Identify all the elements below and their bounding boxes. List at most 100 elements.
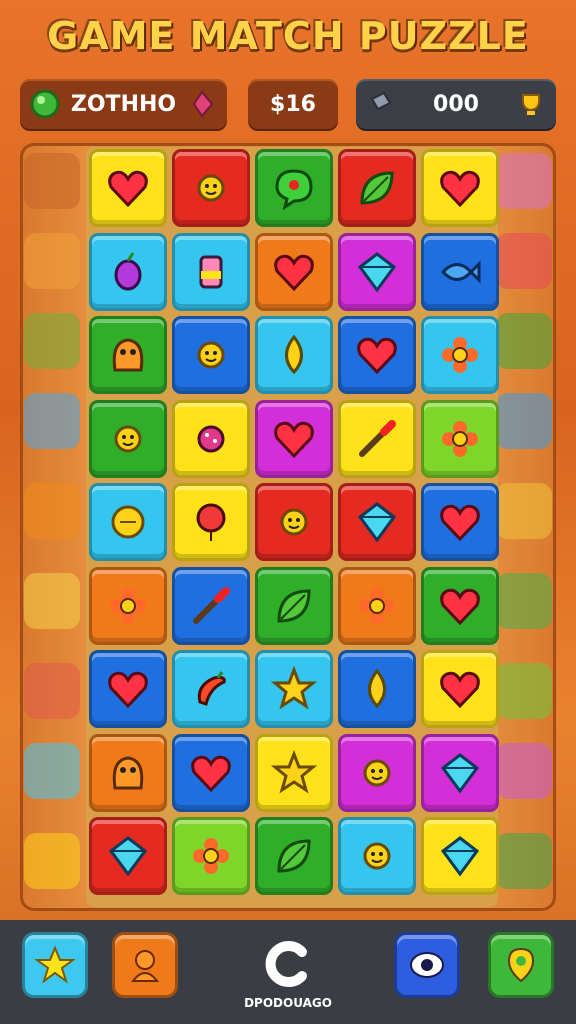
gem-icon (108, 836, 148, 877)
map-button[interactable] (488, 932, 554, 998)
logo-text: DPODOUAGO (244, 996, 332, 1010)
deco-tile (496, 393, 552, 449)
pink-crystal-icon (192, 90, 214, 118)
tile-r9-c1[interactable] (89, 817, 167, 895)
coin-icon (111, 505, 145, 539)
tile-r6-c3[interactable] (255, 566, 333, 645)
logo: DPODOUAGO (238, 934, 338, 1014)
tile-r5-c4[interactable] (338, 483, 416, 561)
star-icon (271, 666, 317, 710)
flower-icon (442, 337, 478, 373)
hud-left-value: ZOTHHO (70, 91, 177, 117)
tile-r1-c4[interactable] (338, 149, 416, 227)
green-gem-icon (30, 89, 60, 119)
tile-r1-c5[interactable] (421, 149, 499, 227)
tile-r2-c2[interactable] (172, 232, 250, 311)
tile-r9-c4[interactable] (338, 817, 416, 895)
deco-tile (24, 153, 80, 209)
tile-r1-c2[interactable] (172, 149, 250, 227)
tile-r4-c4[interactable] (338, 399, 416, 478)
brush-icon (193, 586, 230, 624)
tile-r5-c2[interactable] (172, 483, 250, 561)
tile-r4-c1[interactable] (89, 399, 167, 478)
hud-money: $16 (248, 79, 338, 129)
tile-r7-c3[interactable] (255, 650, 333, 728)
deco-tile (496, 833, 552, 889)
brush-icon (359, 419, 396, 457)
berry-icon (114, 251, 142, 290)
tile-r9-c5[interactable] (421, 817, 499, 895)
leaf-icon (360, 171, 394, 205)
tile-r8-c2[interactable] (172, 733, 250, 812)
deco-tile (496, 573, 552, 629)
flower-icon (193, 838, 229, 874)
leaf-icon (277, 588, 311, 623)
tile-r9-c3[interactable] (255, 817, 333, 895)
tile-r6-c1[interactable] (89, 566, 167, 645)
tile-r6-c5[interactable] (421, 566, 499, 645)
tile-r6-c2[interactable] (172, 566, 250, 645)
deco-tile (24, 833, 80, 889)
tile-r1-c1[interactable] (89, 149, 167, 227)
gem-icon (357, 502, 397, 543)
hud-left-counter: ZOTHHO (20, 79, 227, 129)
tile-r4-c2[interactable] (172, 399, 250, 478)
deco-tile (496, 743, 552, 799)
hud-right-value: 000 (433, 91, 479, 117)
tile-r2-c5[interactable] (421, 232, 499, 311)
tile-r4-c5[interactable] (421, 399, 499, 478)
deco-tile (496, 233, 552, 289)
tile-r3-c3[interactable] (255, 316, 333, 394)
tile-r9-c2[interactable] (172, 817, 250, 895)
deco-tile (24, 313, 80, 369)
tile-r7-c5[interactable] (421, 650, 499, 728)
flower-icon (359, 587, 395, 624)
leaf-icon (277, 839, 311, 873)
heart-icon (440, 504, 480, 542)
tile-r3-c1[interactable] (89, 316, 167, 394)
tile-r2-c4[interactable] (338, 232, 416, 311)
tile-r8-c4[interactable] (338, 733, 416, 812)
tile-r2-c1[interactable] (89, 232, 167, 311)
tile-r3-c2[interactable] (172, 316, 250, 394)
tile-r5-c3[interactable] (255, 483, 333, 561)
candy-icon (197, 425, 225, 452)
flower-icon (442, 420, 478, 457)
tile-r5-c1[interactable] (89, 483, 167, 561)
tile-r8-c5[interactable] (421, 733, 499, 812)
tile-r7-c1[interactable] (89, 650, 167, 728)
location-icon (507, 947, 535, 983)
tile-r7-c2[interactable] (172, 650, 250, 728)
sun-icon (197, 174, 225, 202)
tile-r3-c4[interactable] (338, 316, 416, 394)
tile-r8-c1[interactable] (89, 733, 167, 812)
gem-icon (357, 251, 397, 293)
tile-r2-c3[interactable] (255, 232, 333, 311)
profile-button[interactable] (112, 932, 178, 998)
flower-icon (110, 587, 146, 624)
tile-r8-c3[interactable] (255, 733, 333, 812)
sun-icon (363, 842, 391, 870)
tile-r6-c4[interactable] (338, 566, 416, 645)
tile-r5-c5[interactable] (421, 483, 499, 561)
trophy-icon (522, 94, 540, 115)
fish-icon (440, 259, 481, 284)
puzzle-board (86, 147, 499, 907)
eye-booster-button[interactable] (394, 932, 460, 998)
tile-r4-c3[interactable] (255, 399, 333, 478)
deco-tile (496, 153, 552, 209)
monster-icon (112, 338, 144, 372)
left-side-decor (20, 143, 84, 911)
heart-icon (440, 170, 480, 208)
tile-r1-c3[interactable] (255, 149, 333, 227)
heart-icon (108, 671, 148, 709)
logo-c-icon (265, 941, 307, 987)
tile-r7-c4[interactable] (338, 650, 416, 728)
star-booster-button[interactable] (22, 932, 88, 998)
monster-icon (112, 755, 144, 789)
gem-icon (440, 752, 480, 794)
sun-icon (363, 759, 391, 786)
tile-r3-c5[interactable] (421, 316, 499, 394)
star-icon (271, 749, 317, 794)
heart-icon (440, 588, 480, 625)
